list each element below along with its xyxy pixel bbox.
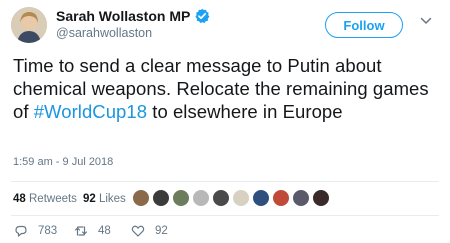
avatar[interactable]	[11, 7, 47, 43]
divider	[11, 215, 439, 216]
follow-button[interactable]: Follow	[325, 12, 403, 38]
reply-button[interactable]: 783	[14, 224, 57, 238]
engager-avatar[interactable]	[312, 189, 330, 207]
avatar-image	[11, 7, 47, 43]
divider	[11, 181, 439, 182]
retweet-count: 48	[98, 225, 111, 237]
author-name-row[interactable]: Sarah Wollaston MP	[56, 7, 210, 25]
likes-count: 92	[82, 193, 96, 205]
retweet-button[interactable]: 48	[74, 224, 111, 238]
engager-avatar[interactable]	[132, 189, 150, 207]
retweets-count: 48	[13, 193, 26, 205]
engager-avatars	[132, 189, 332, 207]
engager-avatar[interactable]	[172, 189, 190, 207]
heart-icon	[131, 225, 145, 237]
tweet-card: Sarah Wollaston MP @sarahwollaston Follo…	[0, 0, 450, 243]
retweets-stat[interactable]: 48 Retweets	[13, 193, 77, 205]
tweet-timestamp[interactable]: 1:59 am - 9 Jul 2018	[13, 156, 113, 168]
retweet-icon	[74, 226, 88, 236]
hashtag-link[interactable]: #WorldCup18	[34, 101, 147, 122]
like-button[interactable]: 92	[131, 224, 168, 238]
tweet-text: Time to send a clear message to Putin ab…	[13, 54, 433, 123]
engager-avatar[interactable]	[192, 189, 210, 207]
tweet-actions: 783 48 92	[0, 224, 450, 242]
reply-count: 783	[38, 225, 58, 237]
like-count: 92	[155, 225, 168, 237]
engager-avatar[interactable]	[152, 189, 170, 207]
likes-stat[interactable]: 92 Likes	[83, 193, 126, 205]
tweet-text-after: to elsewhere in Europe	[147, 101, 343, 122]
engager-avatar[interactable]	[212, 189, 230, 207]
user-handle[interactable]: @sarahwollaston	[56, 25, 152, 41]
likes-label: Likes	[98, 193, 126, 205]
engager-avatar[interactable]	[232, 189, 250, 207]
engager-avatar[interactable]	[292, 189, 310, 207]
retweets-label: Retweets	[29, 193, 77, 205]
reply-icon	[15, 225, 27, 237]
engager-avatar[interactable]	[272, 189, 290, 207]
chevron-down-icon[interactable]	[419, 14, 433, 28]
display-name[interactable]: Sarah Wollaston MP	[56, 7, 190, 25]
tweet-stats: 48 Retweets 92 Likes	[13, 193, 126, 205]
verified-badge-icon	[195, 8, 210, 23]
engager-avatar[interactable]	[252, 189, 270, 207]
